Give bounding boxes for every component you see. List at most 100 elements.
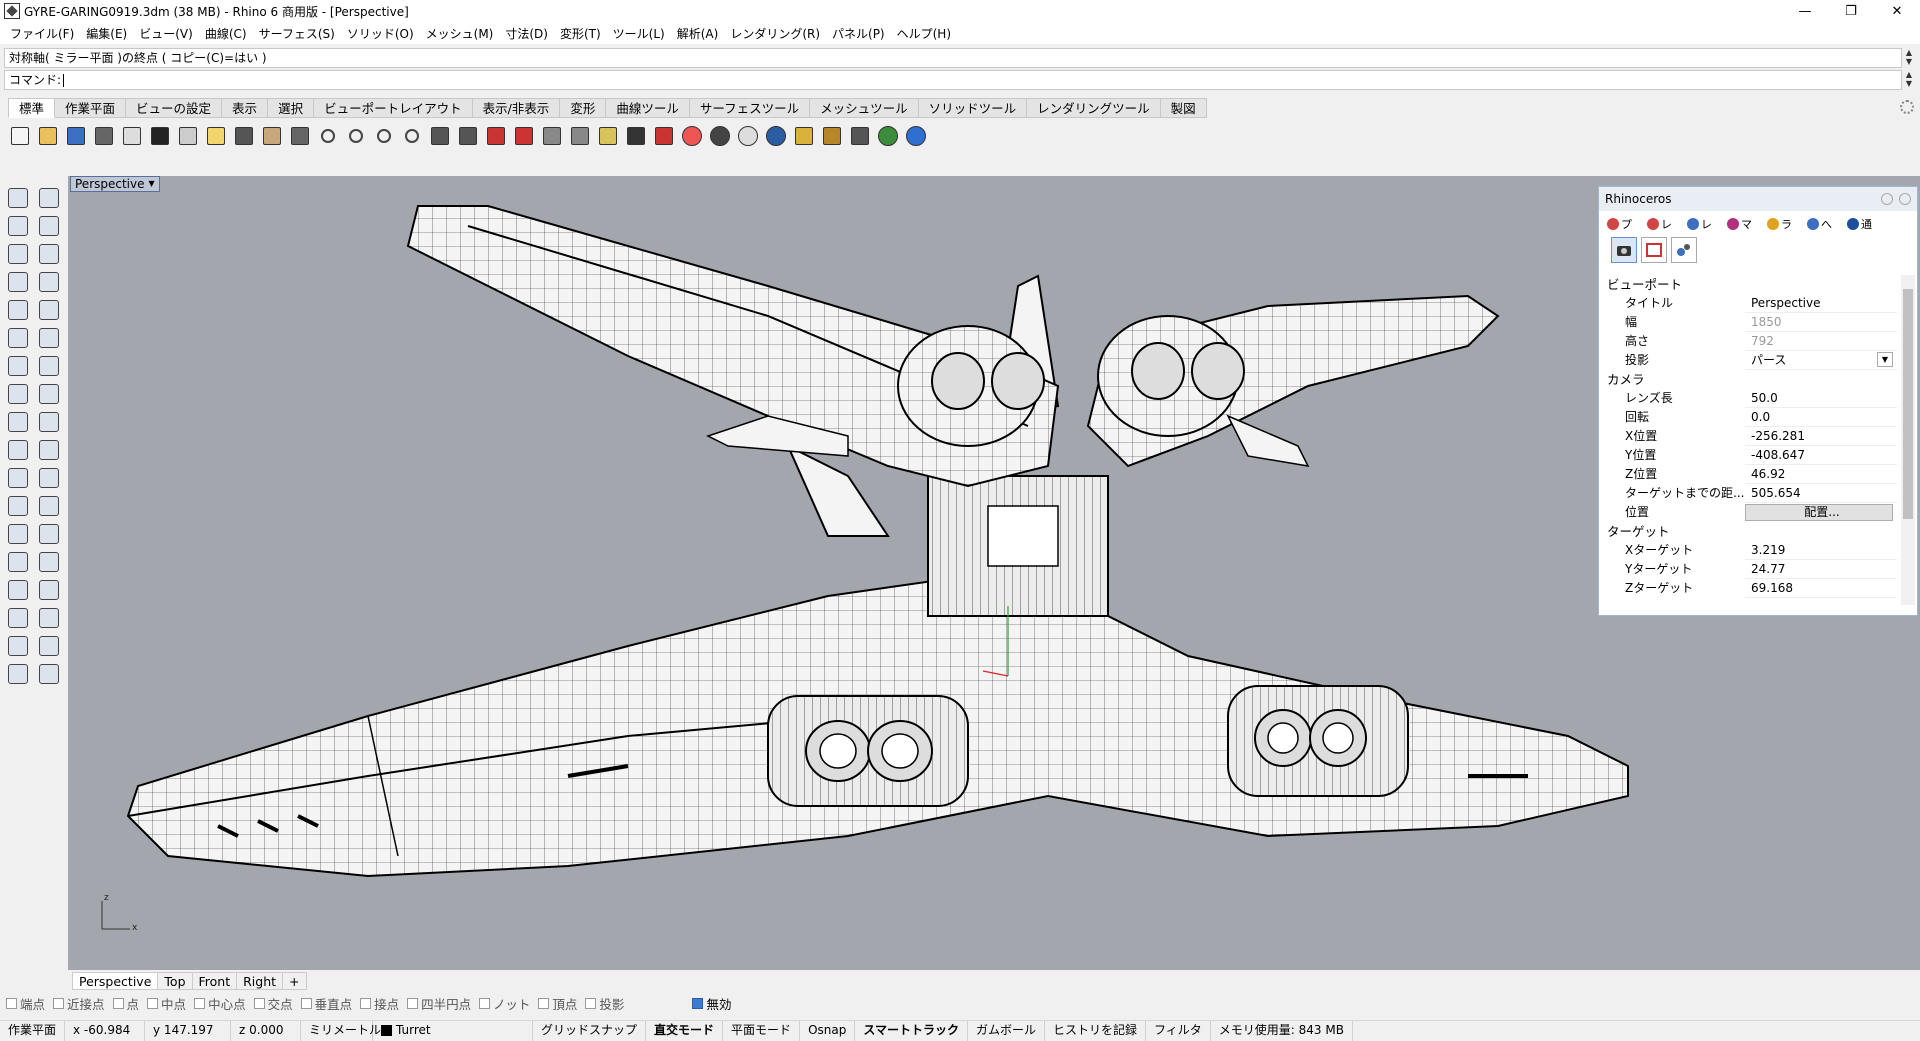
menu-mesh[interactable]: メッシュ(M): [420, 25, 500, 42]
grid-icon[interactable]: [456, 124, 480, 148]
menu-tools[interactable]: ツール(L): [607, 25, 671, 42]
tab-front[interactable]: Front: [192, 972, 238, 990]
tab-standard[interactable]: 標準: [8, 98, 56, 118]
move-view-icon[interactable]: [288, 124, 312, 148]
sphere-white-icon[interactable]: [736, 124, 760, 148]
panel-tab-5[interactable]: へ: [1807, 215, 1843, 233]
checkbox-box[interactable]: [300, 997, 312, 1009]
osnap-checkbox[interactable]: ノット: [479, 994, 530, 1013]
checkbox-box[interactable]: [112, 997, 124, 1009]
panel-tab-2[interactable]: レ: [1687, 215, 1723, 233]
minimize-button[interactable]: —: [1782, 0, 1828, 22]
rotation-value[interactable]: 0.0: [1745, 408, 1897, 427]
loft-icon[interactable]: [38, 328, 59, 348]
tab-curve-tools[interactable]: 曲線ツール: [606, 98, 690, 118]
copy-icon[interactable]: [176, 124, 200, 148]
zoom-selected-icon[interactable]: [400, 124, 424, 148]
cut-icon[interactable]: [148, 124, 172, 148]
add-viewport-tab-button[interactable]: +: [283, 972, 307, 990]
cloud-icon[interactable]: [38, 580, 59, 600]
panel-scrollbar[interactable]: [1901, 275, 1915, 605]
osnap-checkbox[interactable]: 近接点: [53, 994, 105, 1013]
maximize-button[interactable]: ❐: [1828, 0, 1874, 22]
gear-cluster-icon[interactable]: [820, 124, 844, 148]
curve-icon[interactable]: [38, 216, 59, 236]
boolean-icon[interactable]: [7, 468, 28, 488]
panel-tab-1[interactable]: レ: [1647, 215, 1683, 233]
menu-analyze[interactable]: 解析(A): [671, 25, 725, 42]
viewport-title-value[interactable]: Perspective: [1745, 294, 1897, 313]
explode-icon[interactable]: [38, 412, 59, 432]
new-file-icon[interactable]: [8, 124, 32, 148]
paste-icon[interactable]: [204, 124, 228, 148]
projection-dropdown[interactable]: パース ▼: [1745, 351, 1897, 370]
panel-tab-3[interactable]: マ: [1727, 215, 1763, 233]
tab-viewport-layout[interactable]: ビューポートレイアウト: [314, 98, 473, 118]
tab-transform[interactable]: 変形: [560, 98, 607, 118]
dimension-icon[interactable]: [38, 524, 59, 544]
z-target-value[interactable]: 69.168: [1745, 579, 1897, 598]
save-icon[interactable]: [64, 124, 88, 148]
help-icon[interactable]: [904, 124, 928, 148]
menu-transform[interactable]: 変形(T): [554, 25, 607, 42]
analyze-icon[interactable]: [7, 636, 28, 656]
trim-icon[interactable]: [7, 440, 28, 460]
spheres-icon[interactable]: [38, 356, 59, 376]
tab-perspective[interactable]: Perspective: [72, 972, 159, 990]
zoom-icon[interactable]: [316, 124, 340, 148]
osnap-checkbox[interactable]: 端点: [6, 994, 45, 1013]
import-icon[interactable]: [120, 124, 144, 148]
surface-icon[interactable]: [7, 328, 28, 348]
osnap-toggle[interactable]: Osnap: [800, 1020, 856, 1041]
zoom-window-icon[interactable]: [344, 124, 368, 148]
cone-icon[interactable]: [792, 124, 816, 148]
rotate-icon[interactable]: [7, 496, 28, 516]
osnap-checkbox[interactable]: 接点: [360, 994, 399, 1013]
lightbulb-icon[interactable]: [596, 124, 620, 148]
tab-cplanes[interactable]: 作業平面: [55, 98, 127, 118]
edit-icon[interactable]: [38, 552, 59, 572]
x-target-value[interactable]: 3.219: [1745, 541, 1897, 560]
osnap-checkbox[interactable]: 四半円点: [407, 994, 471, 1013]
osnap-checkbox[interactable]: 垂直点: [300, 994, 352, 1013]
rectangle-icon[interactable]: [38, 272, 59, 292]
menu-help[interactable]: ヘルプ(H): [891, 25, 957, 42]
tab-right[interactable]: Right: [237, 972, 284, 990]
close-button[interactable]: ✕: [1874, 0, 1920, 22]
transform-icon[interactable]: [848, 124, 872, 148]
checkbox-box[interactable]: [407, 997, 419, 1009]
group-icon[interactable]: [38, 468, 59, 488]
print-icon[interactable]: [92, 124, 116, 148]
osnap-checkbox[interactable]: 頂点: [538, 994, 577, 1013]
checkbox-box[interactable]: [253, 997, 265, 1009]
panel-close-icon[interactable]: [1899, 193, 1911, 205]
offset-icon[interactable]: [38, 300, 59, 320]
current-layer[interactable]: Turret: [373, 1020, 534, 1041]
box-icon[interactable]: [7, 356, 28, 376]
toolbar-settings-gear-icon[interactable]: [1900, 100, 1914, 114]
tab-select[interactable]: 選択: [268, 98, 315, 118]
tab-set-view[interactable]: ビューの設定: [126, 98, 223, 118]
plane-icon[interactable]: [38, 384, 59, 404]
tab-top[interactable]: Top: [158, 972, 193, 990]
sphere-dark-icon[interactable]: [708, 124, 732, 148]
place-camera-button[interactable]: 配置...: [1745, 504, 1893, 521]
hide-icon[interactable]: [540, 124, 564, 148]
light-icon[interactable]: [38, 664, 59, 684]
y-target-value[interactable]: 24.77: [1745, 560, 1897, 579]
zoom-extents-icon[interactable]: [372, 124, 396, 148]
y-location-value[interactable]: -408.647: [1745, 446, 1897, 465]
scale-icon[interactable]: [38, 496, 59, 516]
select-arrow-icon[interactable]: [7, 188, 28, 208]
fillet-icon[interactable]: [7, 300, 28, 320]
align-icon[interactable]: [38, 608, 59, 628]
circle-icon[interactable]: [7, 244, 28, 264]
shade-car-icon[interactable]: [512, 124, 536, 148]
command-line[interactable]: コマンド:: [4, 70, 1902, 90]
open-folder-icon[interactable]: [36, 124, 60, 148]
checkbox-box[interactable]: [6, 997, 17, 1009]
undo-icon[interactable]: [232, 124, 256, 148]
planar-toggle[interactable]: 平面モード: [723, 1020, 801, 1041]
split-icon[interactable]: [38, 440, 59, 460]
osnap-checkbox[interactable]: 中点: [147, 994, 186, 1013]
